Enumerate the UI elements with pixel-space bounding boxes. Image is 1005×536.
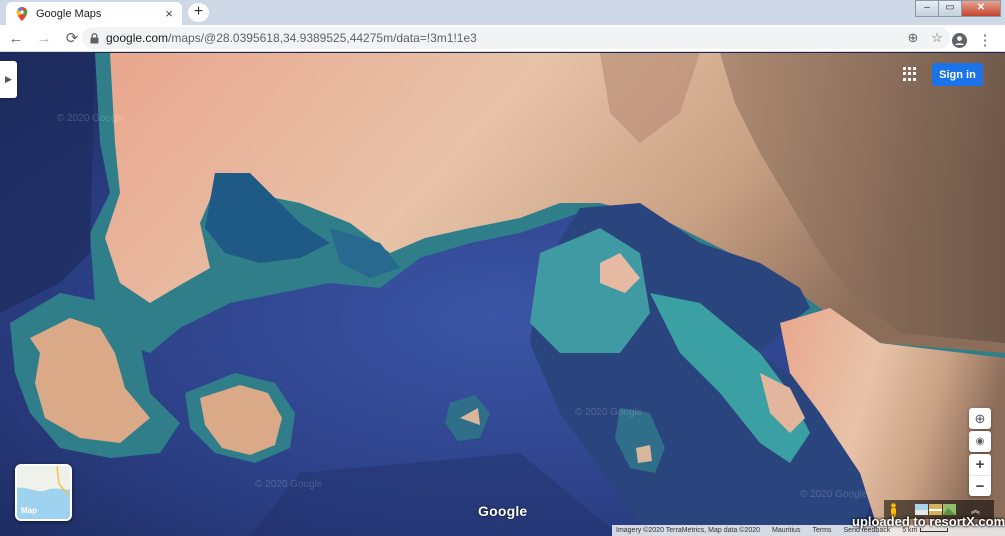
window-controls: – ▭ ✕ — [915, 0, 1001, 17]
tab-strip: Google Maps × + – ▭ ✕ — [0, 0, 1005, 25]
plus-circle-icon[interactable]: ⊕ — [902, 27, 924, 49]
map-type-toggle[interactable]: Map — [15, 464, 72, 521]
google-logo: Google — [478, 503, 528, 519]
map-watermark: © 2020 Google — [57, 113, 125, 124]
tab-close-icon[interactable]: × — [162, 6, 176, 21]
url-text[interactable]: google.com/maps/@28.0395618,34.9389525,4… — [106, 31, 902, 45]
kebab-menu-icon[interactable]: ⋮ — [973, 28, 997, 52]
upload-watermark: uploaded to resortX.com — [852, 514, 1005, 529]
google-maps-pin-icon — [16, 6, 28, 21]
google-apps-icon[interactable] — [903, 67, 917, 81]
zoom-in-button[interactable]: + — [969, 454, 991, 475]
url-path: /maps/@28.0395618,34.9389525,44275m/data… — [168, 31, 477, 45]
maximize-button[interactable]: ▭ — [938, 0, 962, 17]
url-host: google.com — [106, 31, 169, 45]
account-icon[interactable] — [947, 28, 971, 52]
zoom-out-button[interactable]: − — [969, 475, 991, 496]
terms-link[interactable]: Terms — [812, 527, 831, 534]
browser-toolbar: ← → ⟳ google.com/maps/@28.0395618,34.938… — [0, 25, 1005, 52]
back-icon[interactable]: ← — [4, 26, 28, 50]
tab-title: Google Maps — [36, 7, 102, 20]
my-location-button[interactable]: ◉ — [969, 431, 991, 452]
satellite-imagery — [0, 53, 1005, 536]
map-watermark: © 2020 Google — [800, 489, 868, 500]
globe-view-button[interactable]: ⊕ — [969, 408, 991, 429]
zoom-controls: + − — [969, 454, 991, 496]
sign-in-button[interactable]: Sign in — [932, 63, 983, 86]
browser-tab-google-maps[interactable]: Google Maps × — [6, 2, 182, 25]
reload-icon[interactable]: ⟳ — [60, 26, 84, 50]
toolbar-right: ⋮ — [945, 28, 997, 52]
satellite-map[interactable]: ▶ Sign in © 2020 Google © 2020 Google © … — [0, 53, 1005, 536]
account-avatar-icon — [951, 32, 967, 48]
address-bar[interactable]: google.com/maps/@28.0395618,34.9389525,4… — [82, 27, 950, 49]
imagery-credit: Imagery ©2020 TerraMetrics, Map data ©20… — [616, 527, 761, 534]
forward-icon[interactable]: → — [32, 26, 56, 50]
new-tab-button[interactable]: + — [188, 3, 209, 22]
minimize-button[interactable]: – — [915, 0, 939, 17]
close-window-button[interactable]: ✕ — [961, 0, 1001, 17]
region-link[interactable]: Mauritius — [772, 527, 800, 534]
map-watermark: © 2020 Google — [575, 407, 643, 418]
map-type-label: Map — [21, 506, 37, 515]
side-panel-toggle[interactable]: ▶ — [0, 61, 17, 98]
lock-icon — [90, 32, 99, 43]
map-watermark: © 2020 Google — [255, 479, 323, 490]
